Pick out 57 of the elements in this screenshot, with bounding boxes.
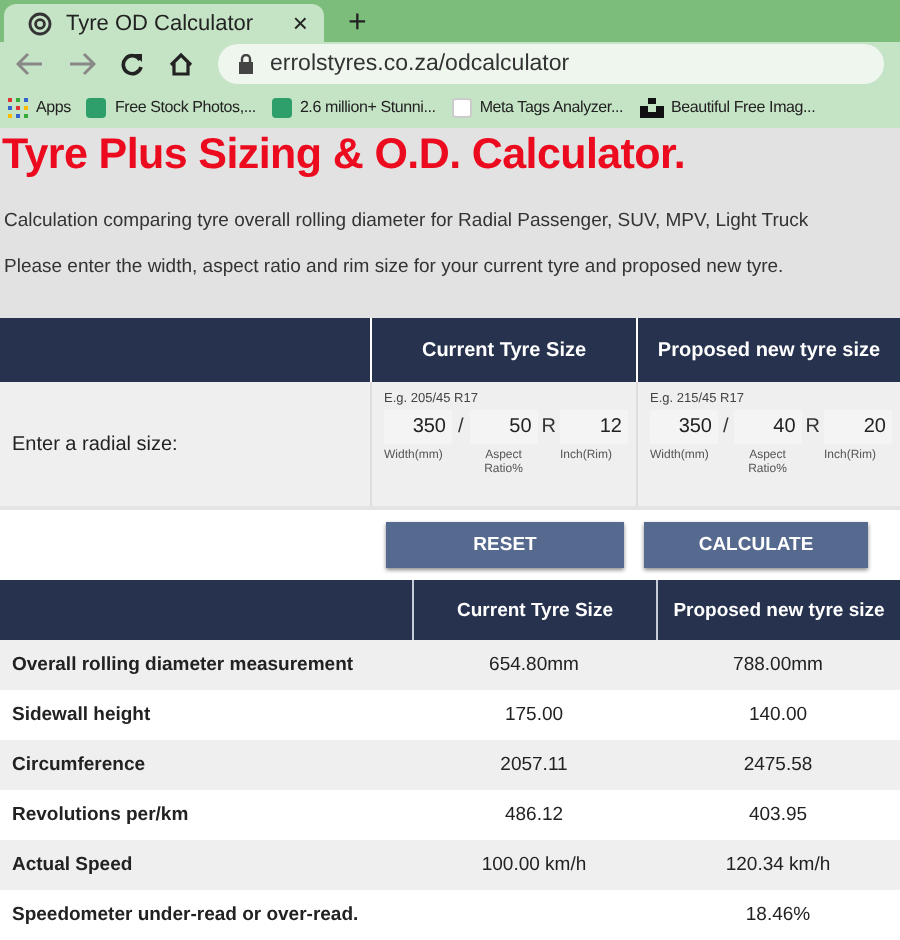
- browser-tab[interactable]: Tyre OD Calculator ×: [4, 4, 324, 42]
- row-label: Overall rolling diameter measurement: [12, 654, 354, 676]
- size-input-field[interactable]: 50: [469, 410, 538, 444]
- table-cell: 140.00: [748, 704, 808, 726]
- bookmark-item[interactable]: Beautiful Free Imag...: [639, 97, 816, 117]
- size-input-field[interactable]: 350: [384, 410, 452, 444]
- separator-text: R: [541, 414, 556, 442]
- table-cell: 403.95: [748, 804, 808, 826]
- column-header: Proposed new tyre size: [636, 318, 900, 382]
- separator-text: /: [456, 414, 466, 442]
- reload-icon[interactable]: [120, 52, 144, 76]
- address-bar[interactable]: errolstyres.co.za/odcalculator: [218, 44, 884, 84]
- table-cell: 654.80mm: [489, 654, 579, 676]
- size-input-field[interactable]: 350: [650, 410, 718, 444]
- row-label: Revolutions per/km: [12, 804, 189, 826]
- site-favicon-icon: [86, 97, 107, 117]
- column-header: Current Tyre Size: [412, 580, 656, 640]
- close-tab-button[interactable]: ×: [292, 8, 308, 38]
- row-label: Sidewall height: [12, 704, 151, 726]
- grid-icon: [8, 97, 28, 117]
- new-tab-button[interactable]: +: [348, 4, 367, 42]
- column-header: Current Tyre Size: [370, 318, 636, 382]
- table-cell: 18.46%: [745, 904, 811, 926]
- intro-text: Please enter the width, aspect ratio and rim size for your current tyre and proposed new tyre.: [2, 256, 786, 278]
- site-favicon-icon: [271, 97, 292, 117]
- table-cell: 120.34 km/h: [725, 854, 831, 876]
- reset-button[interactable]: RESET: [386, 522, 624, 568]
- table-cell: 788.00mm: [733, 654, 823, 676]
- table-cell: 486.12: [504, 804, 564, 826]
- size-input-field[interactable]: 12: [560, 410, 628, 444]
- calculate-button[interactable]: CALCULATE: [644, 522, 868, 568]
- back-icon[interactable]: [16, 52, 44, 76]
- row-label: Speedometer under-read or over-read.: [12, 904, 359, 926]
- table-cell: 175.00: [504, 704, 564, 726]
- separator-text: R: [805, 414, 820, 442]
- bookmark-item[interactable]: 2.6 million+ Stunni...: [271, 97, 436, 117]
- row-label: Enter a radial size:: [12, 433, 178, 455]
- table-cell: 2057.11: [500, 754, 568, 776]
- home-icon[interactable]: [168, 52, 194, 76]
- row-label: Actual Speed: [12, 854, 133, 876]
- site-favicon-icon: [451, 97, 472, 117]
- bookmark-item[interactable]: Meta Tags Analyzer...: [451, 97, 624, 117]
- bookmark-item[interactable]: Free Stock Photos,...: [86, 97, 256, 117]
- page-title: Tyre Plus Sizing & O.D. Calculator.: [0, 128, 688, 180]
- site-logo-icon: [28, 11, 52, 35]
- separator-text: /: [722, 414, 730, 442]
- table-cell: 2475.58: [743, 754, 813, 776]
- bookmark-item[interactable]: Apps: [8, 97, 71, 117]
- row-label: Circumference: [12, 754, 146, 776]
- lock-icon: [238, 54, 254, 74]
- size-input-field[interactable]: 40: [733, 410, 802, 444]
- intro-text: Calculation comparing tyre overall rolling diameter for Radial Passenger, SUV, MPV, Light Truck: [2, 210, 811, 232]
- tab-title: Tyre OD Calculator: [66, 11, 256, 35]
- forward-icon[interactable]: [68, 52, 96, 76]
- column-header: Proposed new tyre size: [656, 580, 900, 640]
- table-cell: 100.00 km/h: [481, 854, 587, 876]
- size-input-field[interactable]: 20: [824, 410, 892, 444]
